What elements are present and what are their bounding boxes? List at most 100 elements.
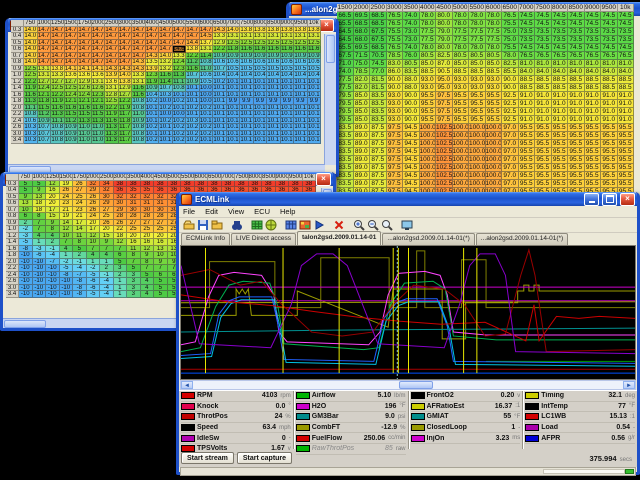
- table-cell[interactable]: 76.5: [618, 52, 635, 60]
- readout-airflow[interactable]: Airflow5.10lb/m: [296, 391, 406, 402]
- table-cell[interactable]: 74.5: [552, 12, 569, 20]
- table-cell[interactable]: 83.5: [403, 68, 420, 76]
- readout-rpm[interactable]: RPM4103rpm: [181, 391, 291, 402]
- window-openloop-maxoct[interactable]: ...alon2gsd.2009.01.14-01(*) - OpenLoopM…: [5, 18, 339, 177]
- table-cell[interactable]: 100.0: [453, 140, 470, 148]
- table-cell[interactable]: 97.0: [502, 140, 519, 148]
- table-cell[interactable]: 91.0: [552, 108, 569, 116]
- table-cell[interactable]: 74.5: [535, 20, 552, 28]
- table-cell[interactable]: 73.5: [585, 28, 602, 36]
- table-cell[interactable]: 73.0: [403, 28, 420, 36]
- table-cell[interactable]: 75.5: [387, 28, 404, 36]
- table-cell[interactable]: 10.9: [65, 137, 79, 144]
- table-cell[interactable]: 74.5: [585, 44, 602, 52]
- table-cell[interactable]: 97.5: [387, 180, 404, 188]
- readout-inttemp[interactable]: IntTemp77°F: [525, 402, 635, 413]
- table-cell[interactable]: 93.0: [453, 76, 470, 84]
- maximize-icon[interactable]: [602, 193, 617, 206]
- table-cell[interactable]: 97.0: [502, 124, 519, 132]
- table-cell[interactable]: 83.5: [337, 148, 354, 156]
- table-cell[interactable]: 76.5: [519, 52, 536, 60]
- table-cell[interactable]: 80.0: [436, 44, 453, 52]
- binoculars-icon[interactable]: [230, 219, 243, 232]
- table-cell[interactable]: 80.5: [420, 52, 437, 60]
- table-cell[interactable]: 74.5: [552, 44, 569, 52]
- table-cell[interactable]: 91.0: [601, 116, 618, 124]
- table-cell[interactable]: 91.0: [519, 92, 536, 100]
- table-cell[interactable]: 74.5: [585, 12, 602, 20]
- table-cell[interactable]: 95.5: [552, 148, 569, 156]
- readout-injon[interactable]: InjOn3.23ms: [411, 433, 521, 444]
- table-cell[interactable]: 85.0: [354, 100, 371, 108]
- globe-icon[interactable]: [264, 219, 277, 232]
- table-cell[interactable]: 93.0: [486, 76, 503, 84]
- table-cell[interactable]: 78.0: [420, 20, 437, 28]
- table-cell[interactable]: 93.0: [469, 76, 486, 84]
- table-cell[interactable]: 75.0: [354, 60, 371, 68]
- table-cell[interactable]: 95.5: [469, 116, 486, 124]
- table-cell[interactable]: 89.0: [354, 148, 371, 156]
- table-cell[interactable]: 100.0: [420, 140, 437, 148]
- table-cell[interactable]: 74.5: [618, 20, 635, 28]
- table-cell[interactable]: 95.0: [436, 84, 453, 92]
- table-cell[interactable]: 73.5: [601, 36, 618, 44]
- table-cell[interactable]: 89.0: [354, 140, 371, 148]
- table-cell[interactable]: 95.5: [519, 140, 536, 148]
- table-cell[interactable]: 80.0: [436, 20, 453, 28]
- table-cell[interactable]: 81.0: [535, 60, 552, 68]
- table-cell[interactable]: 89.0: [354, 124, 371, 132]
- readout-gmiat[interactable]: GMIAT55°F: [411, 412, 521, 423]
- table-cell[interactable]: 87.5: [370, 132, 387, 140]
- table-cell[interactable]: 100.0: [420, 180, 437, 188]
- table-cell[interactable]: 95.5: [552, 172, 569, 180]
- table-cell[interactable]: 95.5: [486, 100, 503, 108]
- table-cell[interactable]: 92.5: [502, 92, 519, 100]
- table-cell[interactable]: 73.5: [535, 36, 552, 44]
- table-cell[interactable]: 95.5: [552, 180, 569, 188]
- table-cell[interactable]: 87.5: [370, 140, 387, 148]
- table-cell[interactable]: 84.0: [585, 68, 602, 76]
- table-cell[interactable]: 88.5: [568, 76, 585, 84]
- table-cell[interactable]: 95.5: [568, 140, 585, 148]
- table-cell[interactable]: 88.5: [618, 84, 635, 92]
- table-cell[interactable]: 85.0: [420, 60, 437, 68]
- table-cell[interactable]: 95.5: [585, 180, 602, 188]
- table-cell[interactable]: 95.5: [453, 116, 470, 124]
- table-cell[interactable]: 73.5: [552, 28, 569, 36]
- table-cell[interactable]: 84.0: [618, 68, 635, 76]
- zoom-reset-icon[interactable]: [380, 219, 393, 232]
- table-cell[interactable]: 83.5: [337, 172, 354, 180]
- table-green-icon[interactable]: [250, 219, 263, 232]
- table-cell[interactable]: 70.5: [370, 52, 387, 60]
- table-cell[interactable]: 77.5: [469, 36, 486, 44]
- table-cell[interactable]: 74.5: [568, 12, 585, 20]
- table-cell[interactable]: 97.5: [436, 116, 453, 124]
- zoom-in-icon[interactable]: [352, 219, 365, 232]
- table-cell[interactable]: 73.5: [618, 36, 635, 44]
- table-cell[interactable]: 94.5: [403, 172, 420, 180]
- table-cell[interactable]: 88.5: [568, 84, 585, 92]
- table-cell[interactable]: 77.5: [420, 36, 437, 44]
- table-cell[interactable]: 100.0: [420, 172, 437, 180]
- table-cell[interactable]: 88.5: [519, 76, 536, 84]
- table-cell[interactable]: 75.0: [502, 36, 519, 44]
- table-cell[interactable]: 89.0: [354, 156, 371, 164]
- table-cell[interactable]: 95.5: [601, 172, 618, 180]
- table-cell[interactable]: 1: [114, 291, 128, 298]
- table-cell[interactable]: 90.0: [403, 108, 420, 116]
- table-cell[interactable]: 95.5: [486, 116, 503, 124]
- table-cell[interactable]: 79.0: [436, 36, 453, 44]
- table-cell[interactable]: 91.0: [568, 100, 585, 108]
- table-cell[interactable]: 83.5: [370, 92, 387, 100]
- table-cell[interactable]: 74.5: [552, 20, 569, 28]
- table-cell[interactable]: 85.0: [354, 92, 371, 100]
- table-cell[interactable]: 74.5: [568, 44, 585, 52]
- table-cell[interactable]: 88.5: [469, 68, 486, 76]
- table-cell[interactable]: -10: [60, 291, 74, 298]
- table-cell[interactable]: 85.0: [354, 108, 371, 116]
- table-cell[interactable]: 95.5: [535, 164, 552, 172]
- table-cell[interactable]: 88.5: [552, 76, 569, 84]
- table-cell[interactable]: 81.5: [370, 76, 387, 84]
- table-cell[interactable]: 90.0: [387, 76, 404, 84]
- table-cell[interactable]: 97.0: [502, 148, 519, 156]
